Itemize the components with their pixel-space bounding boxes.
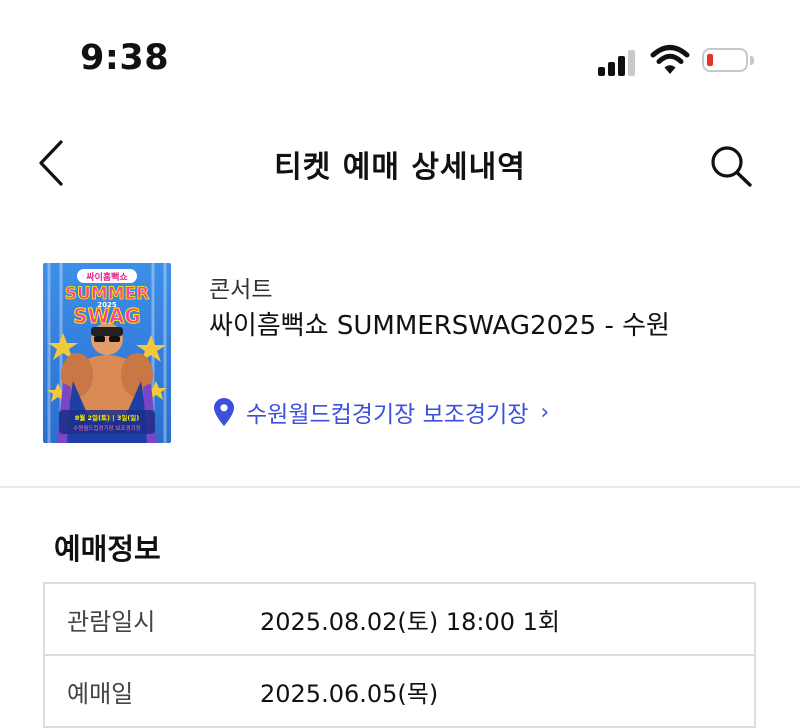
section-divider: [0, 486, 800, 488]
location-pin-icon: [214, 398, 234, 426]
poster-badge-text: 싸이흠뻑쇼: [86, 271, 128, 283]
search-button[interactable]: [706, 142, 756, 192]
event-poster[interactable]: 싸이흠뻑쇼 SUMMER 2025 SWAG 8월 2일(토) | 3일(일) …: [43, 263, 171, 443]
table-row-viewing-datetime: 관람일시 2025.08.02(토) 18:00 1회: [45, 584, 754, 656]
status-time: 9:38: [80, 38, 170, 78]
row-value: 2025.06.05(목): [260, 680, 439, 708]
booking-info-title: 예매정보: [54, 532, 161, 566]
app-header: 티켓 예매 상세내역: [0, 120, 800, 210]
status-bar: 9:38: [0, 0, 800, 120]
table-row-booking-date: 예매일 2025.06.05(목): [45, 656, 754, 728]
search-icon: [711, 146, 752, 187]
wifi-icon: [650, 44, 690, 76]
booking-info-table: 관람일시 2025.08.02(토) 18:00 1회 예매일 2025.06.…: [43, 582, 756, 728]
row-value: 2025.08.02(토) 18:00 1회: [260, 608, 560, 636]
chevron-right-icon: ›: [540, 399, 550, 425]
poster-title-line2: SWAG: [73, 304, 140, 328]
event-category: 콘서트: [209, 277, 273, 303]
battery-low-icon: [702, 48, 754, 75]
venue-link[interactable]: 수원월드컵경기장 보조경기장 ›: [214, 396, 549, 428]
poster-place: 수원월드컵경기장 보조경기장: [73, 424, 141, 432]
event-summary[interactable]: 싸이흠뻑쇼 SUMMER 2025 SWAG 8월 2일(토) | 3일(일) …: [0, 250, 800, 460]
row-label: 관람일시: [67, 608, 156, 636]
cellular-signal-icon: [598, 50, 638, 76]
page-title: 티켓 예매 상세내역: [274, 150, 526, 185]
event-title: 싸이흠뻑쇼 SUMMERSWAG2025 - 수원: [209, 311, 670, 341]
row-label: 예매일: [67, 680, 134, 708]
poster-date: 8월 2일(토) | 3일(일): [75, 413, 140, 423]
venue-name: 수원월드컵경기장 보조경기장: [246, 402, 529, 428]
